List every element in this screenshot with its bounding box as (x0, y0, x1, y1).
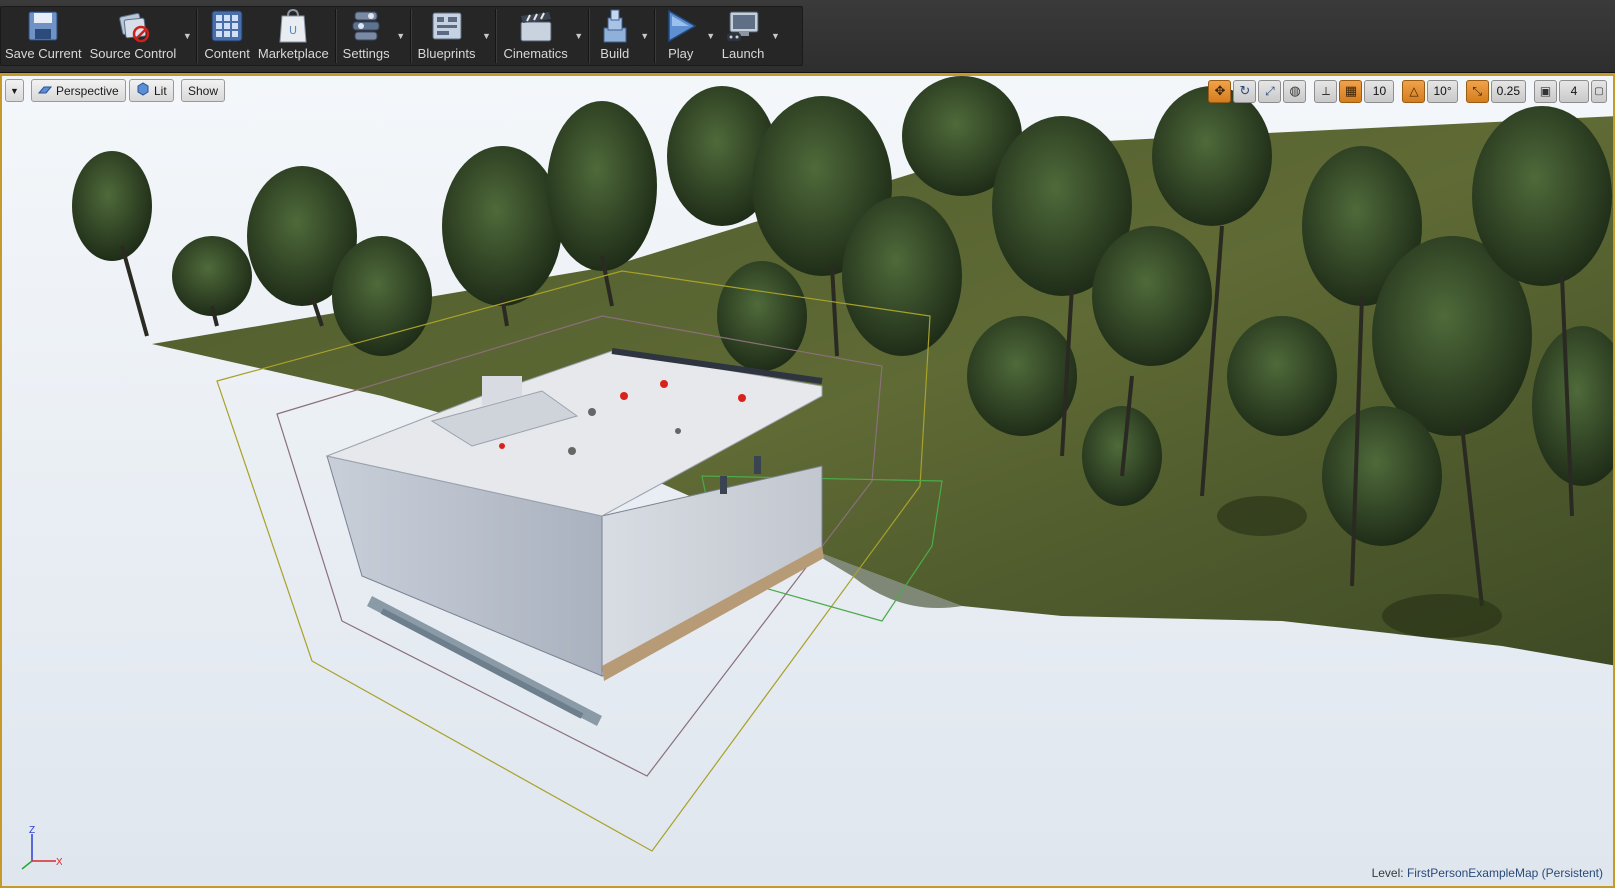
main-toolbar: Save Current Source Control ▼ Content U … (0, 0, 1615, 73)
perspective-label: Perspective (56, 83, 119, 98)
source-control-label: Source Control (89, 46, 177, 61)
save-current-label: Save Current (5, 46, 82, 61)
source-control-dropdown-arrow[interactable]: ▼ (180, 7, 194, 65)
x-axis-label: X (56, 857, 62, 868)
scale-icon: ⤢ (1265, 83, 1275, 98)
surface-snapping-toggle[interactable]: ⟂ (1314, 79, 1338, 103)
maximize-icon: ▢ (1594, 85, 1604, 97)
play-icon (662, 7, 700, 44)
marketplace-button[interactable]: U Marketplace (254, 7, 333, 65)
build-button[interactable]: Build (592, 7, 638, 65)
content-button[interactable]: Content (200, 7, 254, 65)
launch-dropdown-arrow[interactable]: ▼ (768, 7, 782, 65)
toolbar-separator (334, 9, 337, 63)
show-flags-button[interactable]: Show (181, 79, 226, 102)
viewport-transform-toolbar: ✥ ↻ ⤢ ◍ ⟂ ▦ 10 △ 10° ⤡ 0.25 ▣ 4 ▢ (1208, 79, 1607, 103)
z-axis-label: Z (29, 826, 35, 836)
settings-button[interactable]: Settings (339, 7, 394, 65)
floppy-disk-icon (24, 7, 62, 44)
grid-snap-toggle[interactable]: ▦ (1339, 79, 1363, 103)
grid-snap-value[interactable]: 10 (1364, 79, 1395, 103)
camera-speed-button[interactable]: ▣ (1534, 79, 1557, 103)
scale-snap-value[interactable]: 0.25 (1490, 79, 1526, 103)
cinematics-button[interactable]: Cinematics (499, 7, 571, 65)
settings-gears-icon (347, 7, 385, 44)
toolbar-button-strip: Save Current Source Control ▼ Content U … (0, 6, 803, 66)
camera-icon: ▣ (1539, 84, 1552, 98)
rotate-mode-toggle[interactable]: ↻ (1233, 79, 1257, 103)
show-label: Show (188, 83, 219, 98)
axis-gizmo: Z X (12, 825, 63, 876)
globe-icon: ◍ (1289, 83, 1301, 98)
build-blocks-icon (596, 7, 634, 44)
cinematics-dropdown-arrow[interactable]: ▼ (572, 7, 586, 65)
launch-button[interactable]: Launch (718, 7, 769, 65)
marketplace-bag-icon: U (274, 7, 312, 44)
svg-text:U: U (289, 24, 297, 37)
source-control-button[interactable]: Source Control (86, 7, 181, 65)
source-control-icon (114, 7, 152, 44)
y-axis-line (21, 860, 33, 870)
surface-snap-icon: ⟂ (1321, 83, 1330, 98)
save-current-button[interactable]: Save Current (1, 7, 86, 65)
translate-mode-toggle[interactable]: ✥ (1208, 79, 1232, 103)
perspective-cube-icon (37, 84, 53, 98)
coordinate-space-toggle[interactable]: ◍ (1283, 79, 1307, 103)
content-grid-icon (208, 7, 246, 44)
blueprints-label: Blueprints (417, 46, 476, 61)
toolbar-separator (196, 9, 199, 63)
content-label: Content (204, 46, 250, 61)
camera-speed-value[interactable]: 4 (1559, 79, 1589, 103)
toolbar-separator (495, 9, 498, 63)
lit-label: Lit (154, 83, 167, 98)
scene-render[interactable] (2, 76, 1615, 888)
clapperboard-icon (517, 7, 555, 44)
blueprints-dropdown-arrow[interactable]: ▼ (479, 7, 493, 65)
launch-label: Launch (721, 46, 765, 61)
build-label: Build (600, 46, 630, 61)
scale-mode-toggle[interactable]: ⤢ (1258, 79, 1282, 103)
angle-icon: △ (1409, 84, 1419, 98)
toolbar-separator (409, 9, 412, 63)
toolbar-separator (653, 9, 656, 63)
level-indicator: Level: FirstPersonExampleMap (Persistent… (1372, 866, 1603, 880)
viewport-options-dropdown[interactable]: ▼ (5, 79, 24, 102)
cinematics-label: Cinematics (503, 46, 568, 61)
level-prefix: Level: (1371, 866, 1404, 880)
build-dropdown-arrow[interactable]: ▼ (638, 7, 652, 65)
marketplace-label: Marketplace (257, 46, 329, 61)
rotation-snap-toggle[interactable]: △ (1402, 79, 1426, 103)
scale-snap-icon: ⤡ (1472, 83, 1482, 98)
blueprints-button[interactable]: Blueprints (414, 7, 480, 65)
rotation-snap-value[interactable]: 10° (1427, 79, 1458, 103)
settings-label: Settings (342, 46, 390, 61)
play-label: Play (668, 46, 694, 61)
maximize-viewport-button[interactable]: ▢ (1591, 79, 1607, 103)
grid-icon: ▦ (1344, 83, 1358, 98)
lit-view-mode-button[interactable]: Lit (129, 79, 174, 102)
chevron-down-icon: ▼ (10, 85, 19, 96)
rotate-icon: ↻ (1239, 83, 1251, 98)
play-button[interactable]: Play (658, 7, 704, 65)
blueprint-icon (428, 7, 466, 44)
move-arrows-icon: ✥ (1214, 83, 1226, 98)
toolbar-separator (587, 9, 590, 63)
level-viewport[interactable]: ▼ Perspective Lit Show ✥ ↻ ⤢ ◍ ⟂ ▦ 10 △ … (0, 73, 1615, 888)
lit-sphere-icon (136, 82, 150, 99)
level-name: FirstPersonExampleMap (Persistent) (1406, 866, 1603, 880)
launch-monitor-icon (724, 7, 762, 44)
scale-snap-toggle[interactable]: ⤡ (1465, 79, 1489, 103)
play-dropdown-arrow[interactable]: ▼ (704, 7, 718, 65)
perspective-button[interactable]: Perspective (31, 79, 126, 102)
settings-dropdown-arrow[interactable]: ▼ (394, 7, 408, 65)
